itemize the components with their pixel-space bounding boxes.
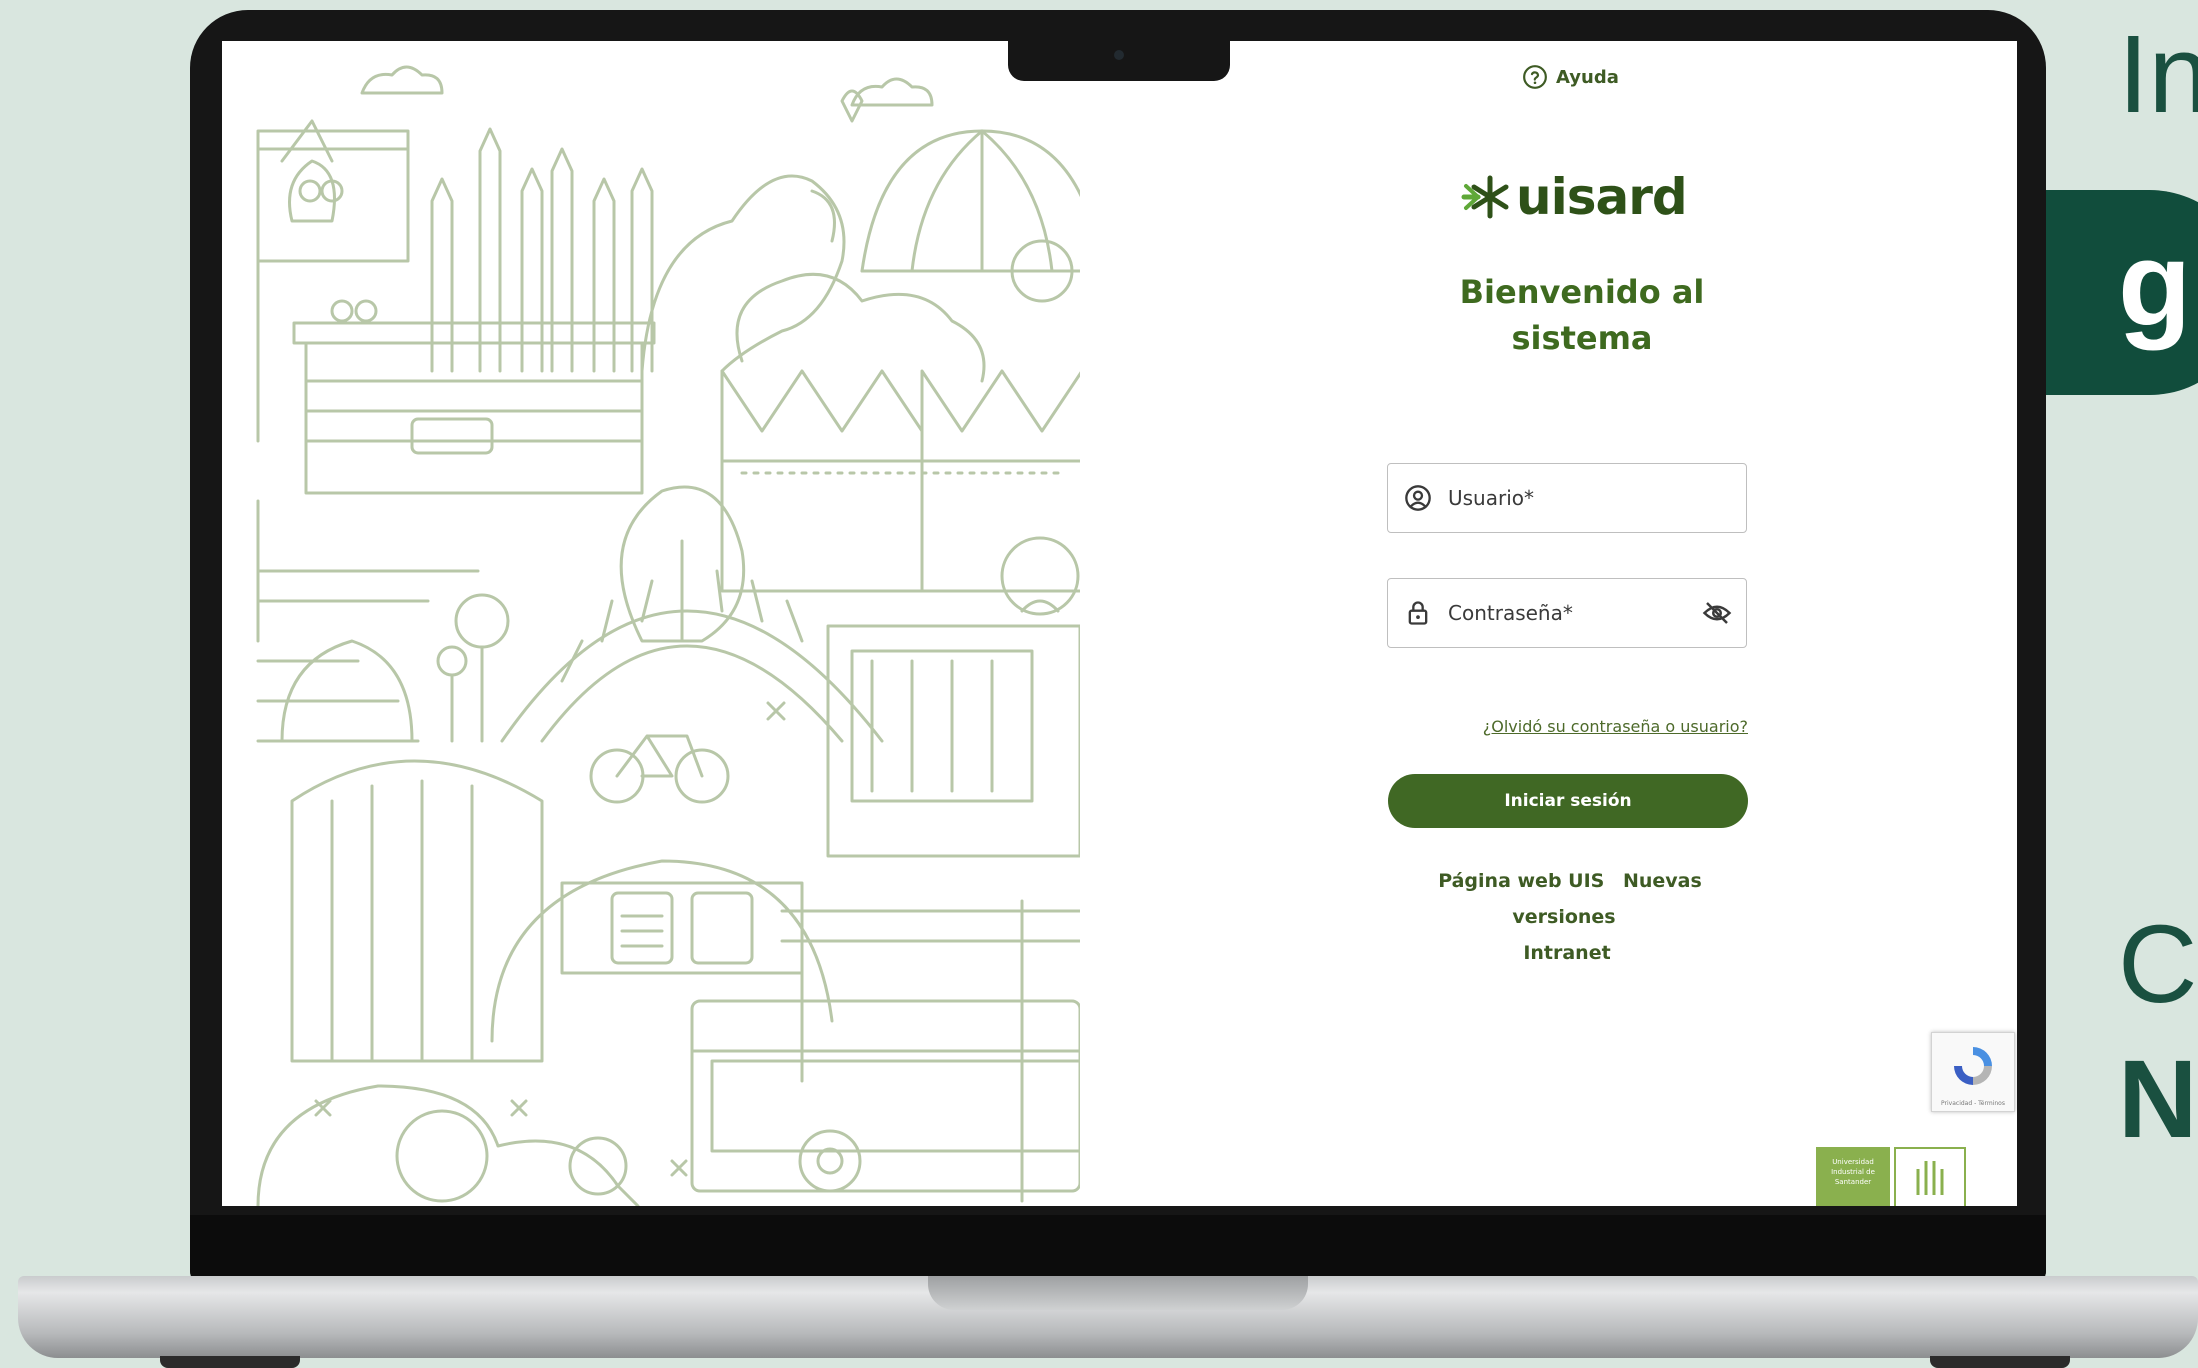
intranet-link[interactable]: Intranet (1523, 942, 1610, 964)
promo-heading: In (2118, 13, 2198, 136)
eye-off-icon[interactable] (1702, 598, 1732, 628)
forgot-password-link[interactable]: ¿Olvidó su contraseña o usuario? (1472, 717, 1748, 736)
camera-notch (1008, 41, 1230, 81)
help-link[interactable]: Ayuda (1522, 64, 1619, 90)
recaptcha-icon (1954, 1047, 1992, 1085)
laptop-screen: Ayuda uisard Bienvenido al sistema ¿Olvi… (222, 41, 2017, 1206)
login-button[interactable]: Iniciar sesión (1388, 774, 1748, 828)
username-input[interactable] (1446, 485, 1746, 511)
camera (1114, 50, 1124, 60)
uis-name: Universidad Industrial de Santander (1816, 1147, 1890, 1206)
promo-subtitle: C (2118, 903, 2198, 1026)
uis-website-link[interactable]: Página web UIS (1438, 870, 1604, 892)
uis-emblem-icon (1916, 1161, 1944, 1195)
password-field[interactable] (1387, 578, 1747, 648)
laptop-foot (1930, 1356, 2070, 1368)
password-input[interactable] (1446, 600, 1702, 626)
welcome-title: Bienvenido al sistema (1459, 273, 1705, 357)
campus-illustration (256, 65, 1080, 1206)
uis-emblem (1894, 1147, 1966, 1206)
footer-links: Página web UIS Nuevas versiones Intranet (1382, 863, 1752, 971)
asterisk-arrow-icon (1461, 175, 1509, 219)
help-label: Ayuda (1556, 66, 1619, 88)
brand-logo: uisard (1460, 161, 1688, 233)
brand-name: uisard (1516, 168, 1688, 226)
lock-icon (1408, 601, 1428, 625)
recaptcha-badge[interactable]: Privacidad - Términos (1931, 1032, 2015, 1112)
help-circle-icon (1523, 65, 1547, 89)
promo-subtitle-bold: N (2118, 1038, 2198, 1161)
laptop-hinge (928, 1276, 1308, 1310)
uis-logo: Universidad Industrial de Santander (1816, 1147, 1966, 1206)
promo-pill-text: g (2118, 217, 2192, 351)
recaptcha-label: Privacidad - Términos (1941, 1100, 2005, 1107)
username-field[interactable] (1387, 463, 1747, 533)
user-circle-icon (1405, 485, 1431, 511)
laptop-foot (160, 1356, 300, 1368)
